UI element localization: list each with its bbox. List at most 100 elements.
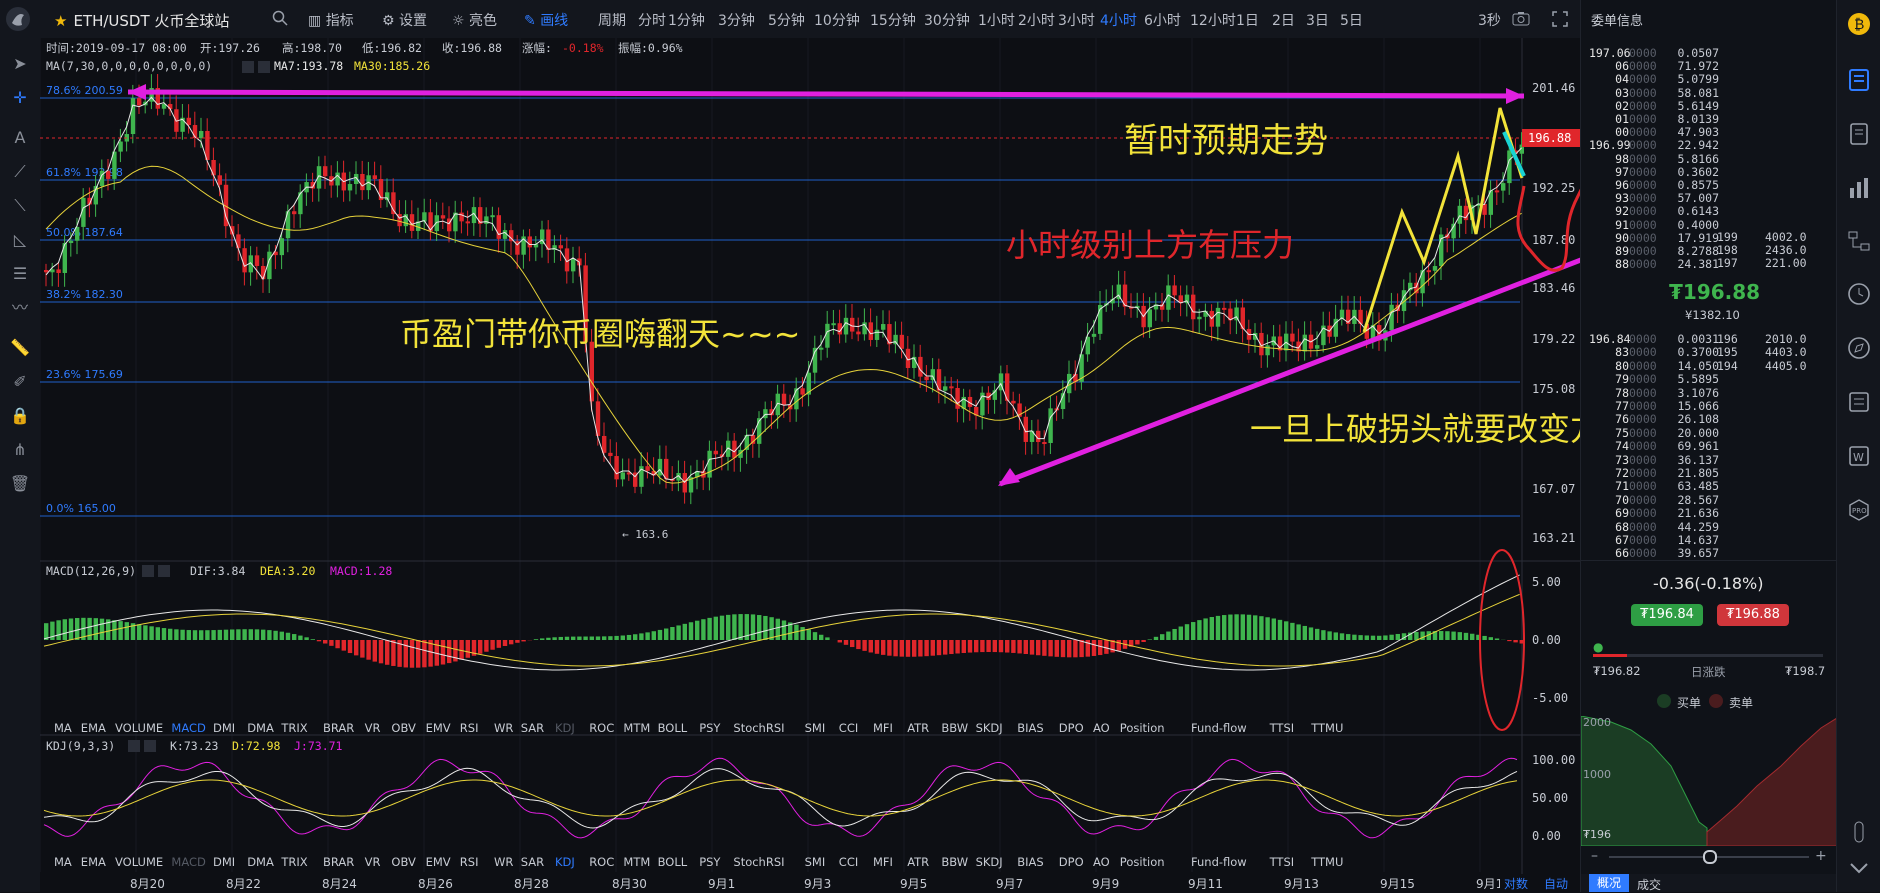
period-14[interactable]: 2日 bbox=[1272, 10, 1295, 30]
bid-row[interactable]: 75000020.000 bbox=[1589, 426, 1719, 440]
fullscreen-icon[interactable] bbox=[1552, 11, 1568, 27]
macd-settings-icon[interactable] bbox=[142, 565, 154, 577]
bitcoin-icon[interactable]: ₿ bbox=[1847, 12, 1871, 36]
indicator-tab[interactable]: VOLUME bbox=[115, 855, 163, 869]
indicator-tab[interactable]: AO bbox=[1093, 855, 1110, 869]
period-0[interactable]: 分时 bbox=[638, 10, 666, 30]
tab-trades[interactable]: 成交 bbox=[1637, 876, 1661, 893]
indicator-tab[interactable]: StochRSI bbox=[733, 855, 784, 869]
ask-row[interactable]: 06000071.972 bbox=[1589, 59, 1719, 73]
indicator-tab[interactable]: DMI bbox=[213, 855, 235, 869]
trendline-icon[interactable]: ⟋ bbox=[8, 160, 32, 184]
indicator-tab[interactable]: BOLL bbox=[658, 721, 688, 735]
cursor-icon[interactable]: ➤ bbox=[8, 52, 32, 76]
indicator-tab[interactable]: MFI bbox=[873, 721, 893, 735]
indicator-tab[interactable]: VOLUME bbox=[115, 721, 163, 735]
ask-row[interactable]: 0400005.0799 bbox=[1589, 72, 1719, 86]
indicator-tab[interactable]: KDJ bbox=[555, 721, 575, 735]
indicator-tab[interactable]: MFI bbox=[873, 855, 893, 869]
indicator-tab[interactable]: TTMU bbox=[1310, 855, 1343, 869]
indicator-tab[interactable]: BRAR bbox=[323, 721, 354, 735]
indicator-tab[interactable]: TRIX bbox=[280, 721, 307, 735]
bid-row[interactable]: 7900005.5895 bbox=[1589, 372, 1719, 386]
buy-price-button[interactable]: ₮196.84 bbox=[1631, 604, 1703, 626]
indicator-tab[interactable]: EMV bbox=[426, 721, 451, 735]
indicator-tab[interactable]: RSI bbox=[460, 721, 479, 735]
bid-row[interactable]: 70000028.567 bbox=[1589, 493, 1719, 507]
bid-row[interactable]: 73000036.137 bbox=[1589, 453, 1719, 467]
tab-overview[interactable]: 概况 bbox=[1589, 874, 1629, 892]
ray-icon[interactable]: ⟍ bbox=[8, 194, 32, 218]
indicator-tab[interactable]: SKDJ bbox=[976, 721, 1003, 735]
scroll-handle-icon[interactable] bbox=[1847, 820, 1871, 844]
search-icon[interactable] bbox=[272, 10, 288, 26]
camera-icon[interactable] bbox=[1512, 11, 1530, 26]
bid-row[interactable]: 80000014.050 bbox=[1589, 359, 1719, 373]
crosshair-icon[interactable]: ✛ bbox=[8, 86, 32, 110]
period-11[interactable]: 6小时 bbox=[1144, 10, 1181, 30]
huobi-logo-icon[interactable] bbox=[4, 5, 32, 33]
kdj-settings-icon[interactable] bbox=[128, 740, 140, 752]
depth-chart[interactable]: 2000 1000 ₮196 bbox=[1581, 716, 1837, 846]
ask-row[interactable]: 00000047.903 bbox=[1589, 125, 1719, 139]
magnet-icon[interactable]: ⋔ bbox=[8, 438, 32, 462]
indicator-tab[interactable]: RSI bbox=[460, 855, 479, 869]
indicator-tab[interactable]: TTSI bbox=[1269, 855, 1295, 869]
period-15[interactable]: 3日 bbox=[1306, 10, 1329, 30]
indicator-tab[interactable]: DMI bbox=[213, 721, 235, 735]
zoom-out-icon[interactable]: – bbox=[1591, 848, 1598, 864]
log-scale-toggle[interactable]: 对数 bbox=[1504, 876, 1528, 891]
ask-row[interactable]: 93000057.007 bbox=[1589, 191, 1719, 205]
trash-icon[interactable]: 🗑 bbox=[8, 472, 32, 496]
bid-row[interactable]: 196.8400000.0031 bbox=[1589, 332, 1719, 346]
ask-row[interactable]: 0200005.6149 bbox=[1589, 99, 1719, 113]
indicator-tab[interactable]: SKDJ bbox=[976, 855, 1003, 869]
indicator-tab[interactable]: AO bbox=[1093, 721, 1110, 735]
indicator-tab[interactable]: DMA bbox=[247, 721, 274, 735]
light-theme-button[interactable]: ☼ 亮色 bbox=[452, 10, 497, 30]
bid-row[interactable]: 67000014.637 bbox=[1589, 533, 1719, 547]
indicator-tab[interactable]: ROC bbox=[589, 855, 614, 869]
indicator-tab[interactable]: BBW bbox=[941, 855, 968, 869]
indicator-tab[interactable]: CCI bbox=[839, 721, 858, 735]
kline-chart[interactable]: 时间:2019-09-17 08:00 开:197.26 高:198.70 低:… bbox=[40, 38, 1580, 892]
wallet-icon[interactable]: W bbox=[1847, 444, 1871, 468]
indicator-tab[interactable]: SMI bbox=[805, 855, 826, 869]
ask-row[interactable]: 197.0600000.0507 bbox=[1589, 46, 1719, 60]
zoom-in-icon[interactable]: + bbox=[1815, 848, 1827, 864]
indicator-tab[interactable]: MACD bbox=[171, 855, 206, 869]
period-9[interactable]: 3小时 bbox=[1058, 10, 1095, 30]
indicator-tab[interactable]: OBV bbox=[391, 721, 416, 735]
period-16[interactable]: 5日 bbox=[1340, 10, 1363, 30]
indicator-tab[interactable]: TTSI bbox=[1269, 721, 1295, 735]
indicator-tab[interactable]: MACD bbox=[171, 721, 206, 735]
parallel-lines-icon[interactable]: ☰ bbox=[8, 262, 32, 286]
trading-pair[interactable]: ★ETH/USDT 火币全球站 bbox=[54, 10, 229, 31]
ask-row[interactable]: 9100000.4000 bbox=[1589, 218, 1719, 232]
kdj-close-icon[interactable] bbox=[144, 740, 156, 752]
news-icon[interactable] bbox=[1847, 390, 1871, 414]
bid-row[interactable]: 74000069.961 bbox=[1589, 439, 1719, 453]
ask-row[interactable]: 90000017.919 bbox=[1589, 231, 1719, 245]
tree-icon[interactable] bbox=[1847, 230, 1871, 254]
drawing-button[interactable]: ✎ 画线 bbox=[524, 10, 568, 30]
bid-row[interactable]: 69000021.636 bbox=[1589, 506, 1719, 520]
indicator-tab[interactable]: MA bbox=[54, 855, 72, 869]
indicator-tab[interactable]: MTM bbox=[623, 855, 650, 869]
bid-row[interactable]: 68000044.259 bbox=[1589, 520, 1719, 534]
indicator-tab[interactable]: PSY bbox=[699, 855, 721, 869]
indicator-tab[interactable]: ATR bbox=[907, 721, 929, 735]
period-6[interactable]: 30分钟 bbox=[924, 10, 970, 30]
favorite-star-icon[interactable]: ★ bbox=[54, 12, 67, 30]
period-2[interactable]: 3分钟 bbox=[718, 10, 755, 30]
indicator-tab[interactable]: BIAS bbox=[1017, 855, 1043, 869]
indicator-tab[interactable]: StochRSI bbox=[733, 721, 784, 735]
indicator-tab[interactable]: Position bbox=[1120, 721, 1165, 735]
clock-icon[interactable] bbox=[1847, 282, 1871, 306]
indicator-tab[interactable]: TTMU bbox=[1310, 721, 1343, 735]
period-4[interactable]: 10分钟 bbox=[814, 10, 860, 30]
period-13[interactable]: 1日 bbox=[1236, 10, 1259, 30]
brush-icon[interactable]: ✐ bbox=[8, 370, 32, 394]
indicator-tab[interactable]: DPO bbox=[1059, 721, 1084, 735]
period-3[interactable]: 5分钟 bbox=[768, 10, 805, 30]
